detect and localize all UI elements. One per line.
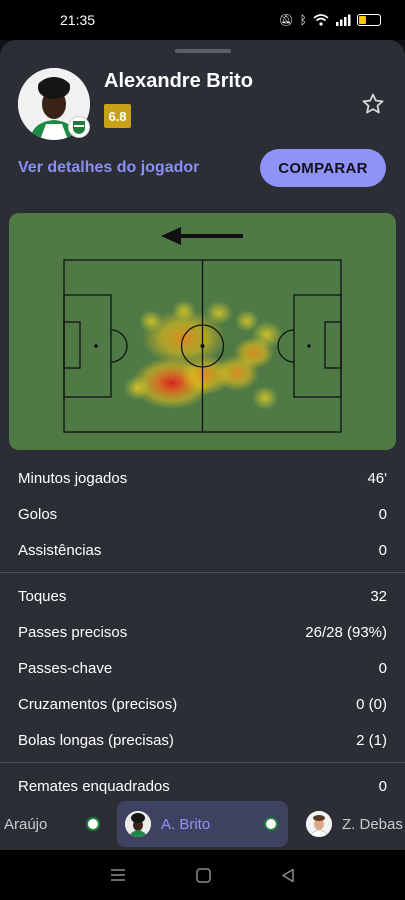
- heatmap-panel: [9, 213, 396, 450]
- stat-row: Bolas longas (precisas) 2 (1): [0, 722, 405, 758]
- player-tab-avatar: [125, 811, 151, 837]
- stat-value: 26/28 (93%): [305, 623, 387, 641]
- drag-handle[interactable]: [175, 49, 231, 53]
- status-bar: 21:35 🔕︎ ᛒ: [0, 0, 405, 40]
- status-icons: 🔕︎ ᛒ: [279, 14, 381, 26]
- heatmap-pitch: [63, 227, 342, 433]
- wifi-icon: [313, 14, 329, 26]
- stat-value: 0: [378, 777, 387, 795]
- stat-label: Passes precisos: [18, 623, 128, 641]
- stat-label: Bolas longas (precisas): [18, 731, 174, 749]
- mute-icon: 🔕︎: [278, 13, 294, 27]
- battery-icon: [357, 14, 381, 26]
- player-tab-name: A. Brito: [161, 815, 211, 833]
- player-tab-araujo[interactable]: Araújo: [0, 801, 110, 847]
- favorite-star-icon[interactable]: [361, 92, 385, 116]
- stat-label: Toques: [18, 587, 67, 605]
- compare-button[interactable]: COMPARAR: [260, 149, 386, 187]
- attack-direction-arrow-icon: [161, 227, 243, 245]
- stat-label: Passes-chave: [18, 659, 113, 677]
- stat-row: Passes precisos 26/28 (93%): [0, 614, 405, 650]
- stat-value: 0: [378, 505, 387, 523]
- stat-value: 2 (1): [356, 731, 387, 749]
- signal-icon: [336, 14, 351, 26]
- stats-group-general: Minutos jogados 46' Golos 0 Assistências…: [0, 460, 405, 568]
- stat-row: Passes-chave 0: [0, 650, 405, 686]
- stats-group-passing: Toques 32 Passes precisos 26/28 (93%) Pa…: [0, 578, 405, 758]
- stat-label: Assistências: [18, 541, 102, 559]
- player-switcher: Araújo A. Brito Z. Debas: [0, 800, 405, 850]
- stat-row: Golos 0: [0, 496, 405, 532]
- stat-label: Cruzamentos (precisos): [18, 695, 178, 713]
- stat-value: 0: [378, 541, 387, 559]
- divider: [0, 762, 405, 763]
- player-sheet: Alexandre Brito 6.8 Ver detalhes do joga…: [0, 40, 405, 850]
- bluetooth-icon: ᛒ: [299, 13, 307, 27]
- stat-row: Cruzamentos (precisos) 0 (0): [0, 686, 405, 722]
- club-badge-icon: [264, 817, 278, 831]
- player-tab-name: Z. Debas: [342, 815, 403, 833]
- player-tab-debas[interactable]: Z. Debas: [298, 801, 405, 847]
- stat-label: Remates enquadrados: [18, 777, 170, 795]
- player-tab-name: Araújo: [4, 815, 48, 833]
- back-icon[interactable]: [281, 868, 295, 883]
- stat-row: Minutos jogados 46': [0, 460, 405, 496]
- stat-value: 0: [378, 659, 387, 677]
- player-rating-badge: 6.8: [104, 104, 131, 128]
- club-badge-icon: [86, 817, 100, 831]
- home-icon[interactable]: [196, 867, 211, 883]
- player-tab-avatar: [306, 811, 332, 837]
- stat-value: 46': [367, 469, 387, 487]
- menu-icon[interactable]: [110, 868, 126, 882]
- stat-row: Toques 32: [0, 578, 405, 614]
- stat-label: Golos: [18, 505, 58, 523]
- battery-level: [359, 16, 366, 24]
- player-tab-brito[interactable]: A. Brito: [117, 801, 288, 847]
- stat-value: 32: [370, 587, 387, 605]
- stat-label: Minutos jogados: [18, 469, 128, 487]
- status-time: 21:35: [60, 12, 96, 28]
- heatmap-blobs: [124, 300, 283, 410]
- player-name: Alexandre Brito: [104, 70, 253, 92]
- player-details-link[interactable]: Ver detalhes do jogador: [18, 159, 199, 177]
- stats-group-shooting: Remates enquadrados 0: [0, 768, 405, 804]
- stat-row: Remates enquadrados 0: [0, 768, 405, 804]
- stats-list: Minutos jogados 46' Golos 0 Assistências…: [0, 460, 405, 804]
- divider: [0, 572, 405, 573]
- stat-row: Assistências 0: [0, 532, 405, 568]
- club-badge-icon: [68, 116, 90, 138]
- system-nav-bar: [0, 850, 405, 900]
- stat-value: 0 (0): [356, 695, 387, 713]
